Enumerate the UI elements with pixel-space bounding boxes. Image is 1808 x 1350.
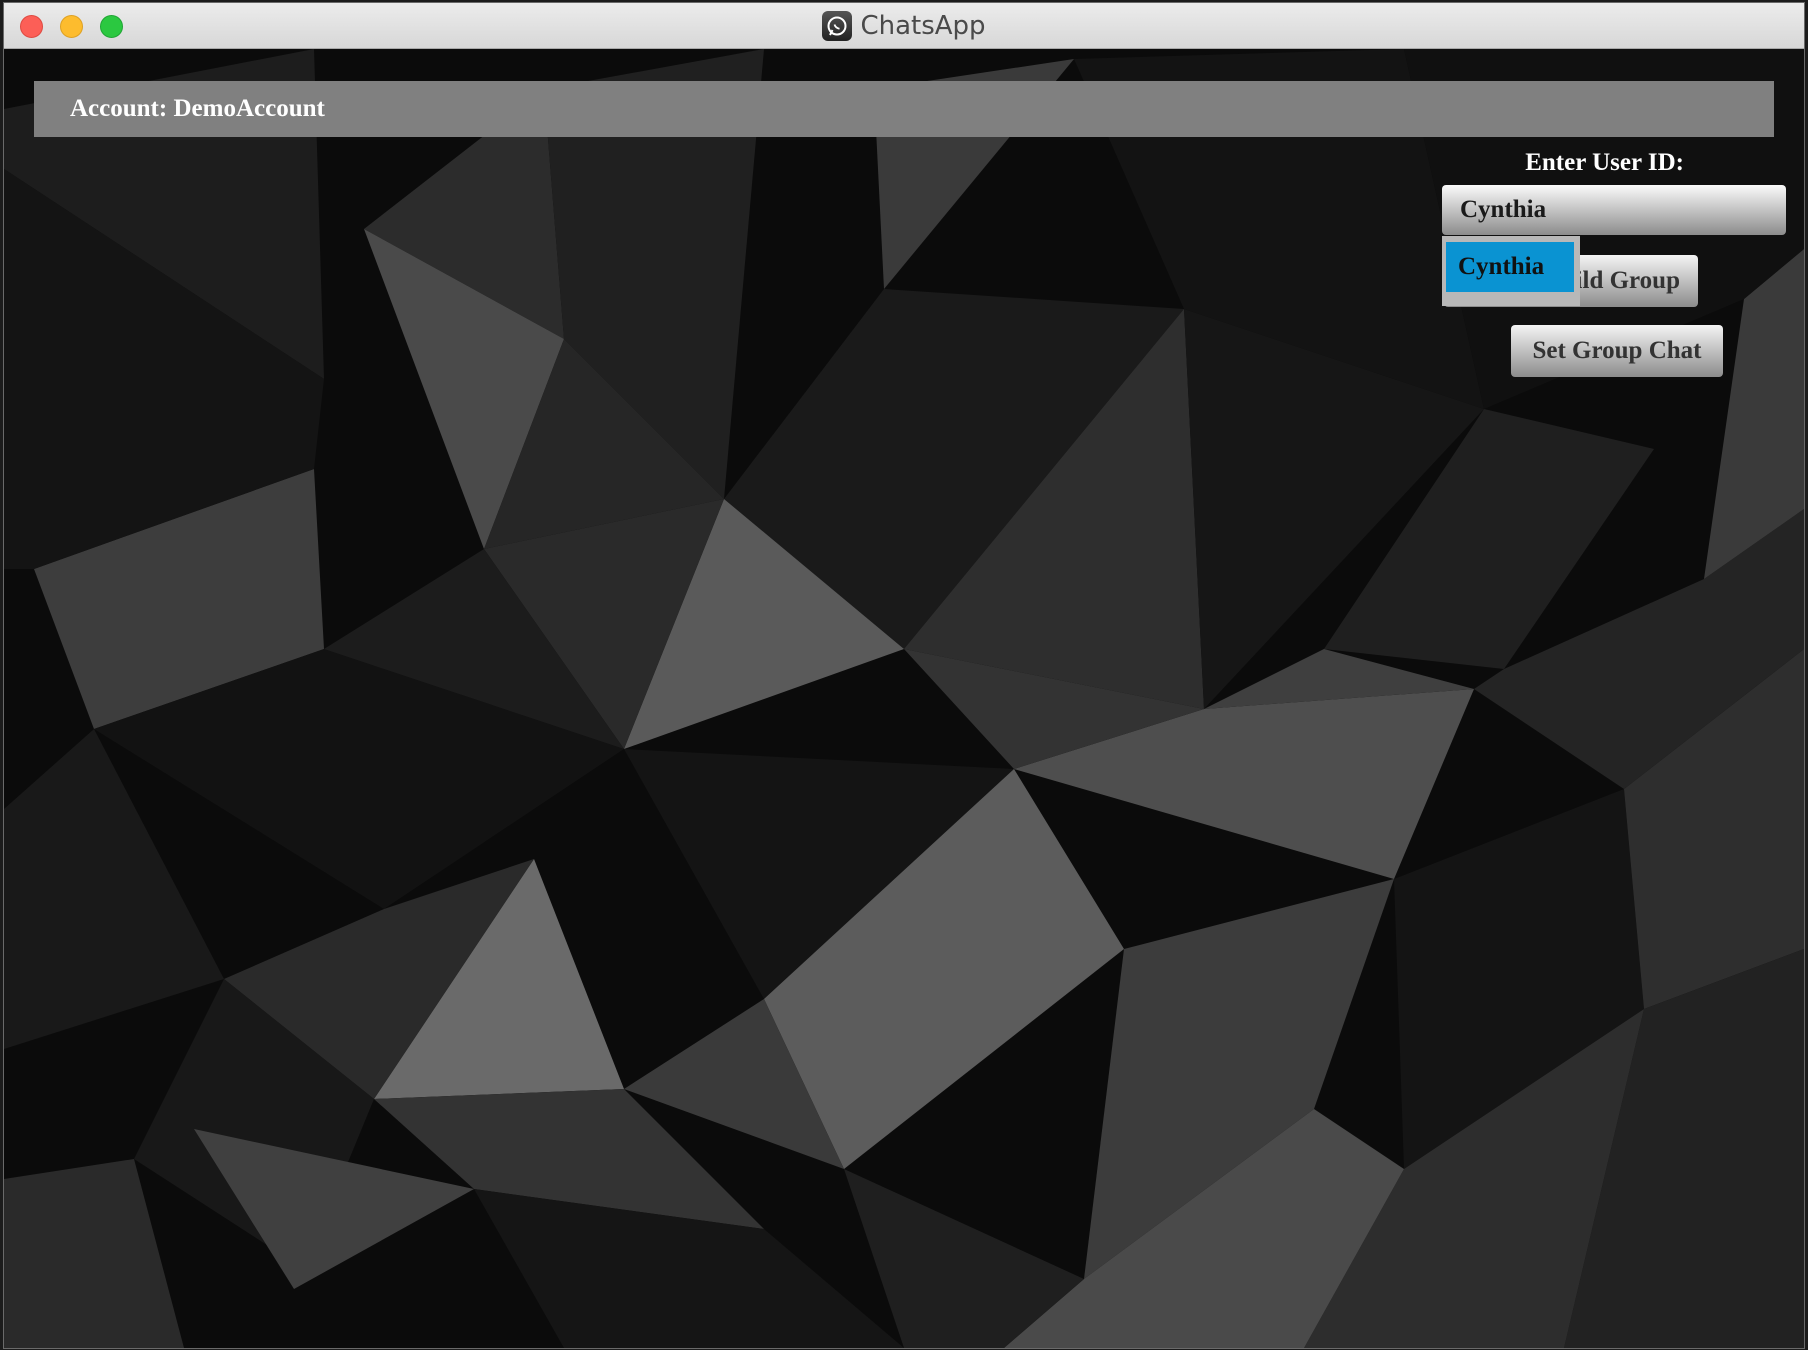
user-id-select[interactable]: Cynthia <box>1442 185 1786 235</box>
window-title-group: ChatsApp <box>4 3 1804 48</box>
title-bar[interactable]: ChatsApp <box>4 3 1804 49</box>
chat-bubble-icon <box>822 10 853 41</box>
dropdown-option-label: Cynthia <box>1458 253 1545 280</box>
set-group-chat-button[interactable]: Set Group Chat <box>1511 325 1723 377</box>
account-name: DemoAccount <box>173 95 325 122</box>
user-id-dropdown-list: Cynthia <box>1442 236 1580 306</box>
account-bar: Account: DemoAccount <box>34 81 1774 137</box>
user-id-selected-value: Cynthia <box>1460 196 1547 223</box>
main-content: Account: DemoAccount Enter User ID: Cynt… <box>4 49 1804 1348</box>
window-title: ChatsApp <box>860 10 986 41</box>
account-label: Account: <box>70 95 168 122</box>
set-group-chat-label: Set Group Chat <box>1532 337 1702 364</box>
dropdown-option-cynthia[interactable]: Cynthia <box>1446 242 1574 292</box>
app-window: ChatsApp Account: DemoAccount Enter User… <box>4 3 1804 1348</box>
user-id-label: Enter User ID: <box>1525 149 1684 176</box>
